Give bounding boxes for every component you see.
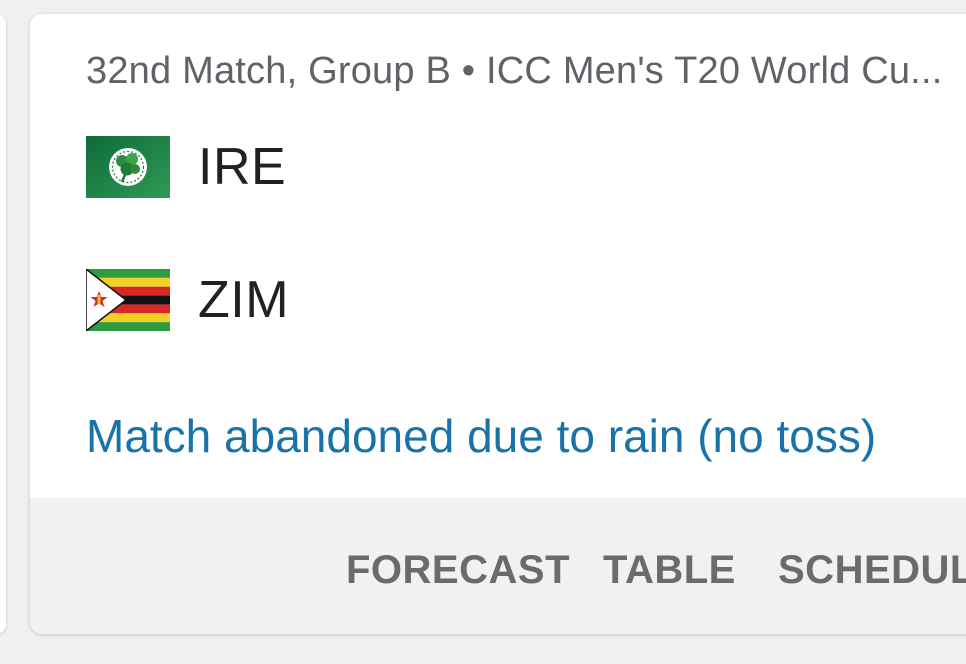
forecast-button[interactable]: FORECAST xyxy=(346,548,570,593)
schedule-button[interactable]: SCHEDULE xyxy=(778,548,966,593)
card-footer: FORECAST TABLE SCHEDULE xyxy=(30,498,966,634)
previous-card-edge[interactable] xyxy=(0,14,6,634)
table-button[interactable]: TABLE xyxy=(603,548,736,593)
match-title: 32nd Match, Group B • ICC Men's T20 Worl… xyxy=(86,50,943,92)
team-row-ire: IRE xyxy=(86,134,286,200)
team-name-ire: IRE xyxy=(198,138,287,196)
ireland-cricket-flag-icon xyxy=(86,136,170,198)
team-name-zim: ZIM xyxy=(198,271,290,329)
team-row-zim: ZIM xyxy=(86,267,289,333)
match-card[interactable]: 32nd Match, Group B • ICC Men's T20 Worl… xyxy=(30,14,966,634)
zimbabwe-flag-icon xyxy=(86,269,170,331)
match-status-link[interactable]: Match abandoned due to rain (no toss) xyxy=(86,409,876,463)
